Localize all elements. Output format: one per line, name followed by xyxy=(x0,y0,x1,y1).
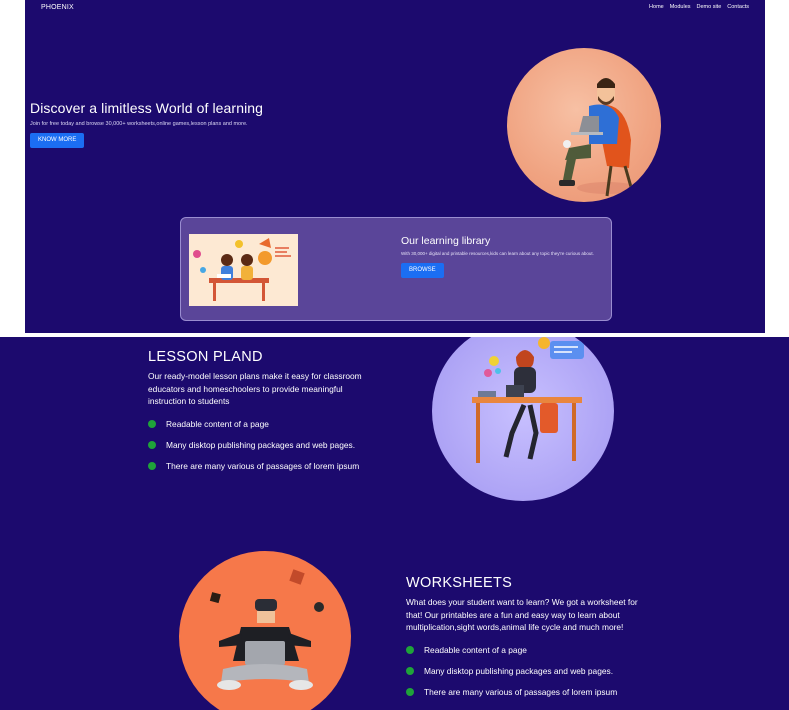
hero-subtitle: Join for free today and browse 30,000+ w… xyxy=(30,121,248,127)
list-item: There are many various of passages of lo… xyxy=(148,456,378,477)
hero-title: Discover a limitless World of learning xyxy=(30,100,264,116)
browse-button[interactable]: BROWSE xyxy=(401,263,444,278)
nav-links: Home Modules Demo site Contacts xyxy=(649,4,749,10)
bullet-dot-icon xyxy=(406,667,414,675)
bullet-label: Many disktop publishing packages and web… xyxy=(166,440,356,450)
bottom-section: LESSON PLAND Our ready-model lesson plan… xyxy=(0,337,789,710)
lesson-title: LESSON PLAND xyxy=(148,349,263,365)
bullet-label: Readable content of a page xyxy=(424,645,527,655)
list-item: Many disktop publishing packages and web… xyxy=(406,661,646,682)
lesson-illustration xyxy=(432,337,614,501)
hero-text: Discover a limitless World of learning J… xyxy=(30,100,350,148)
worksheets-text: WORKSHEETS What does your student want t… xyxy=(406,575,646,703)
library-description: With 30,000+ digital and printable resou… xyxy=(401,251,594,256)
nav-link-demo-site[interactable]: Demo site xyxy=(697,4,722,10)
library-card: Our learning library With 30,000+ digita… xyxy=(180,217,612,321)
list-item: Readable content of a page xyxy=(148,414,378,435)
library-title: Our learning library xyxy=(401,235,491,247)
hero-illustration xyxy=(507,48,661,202)
top-section: PHOENIX Home Modules Demo site Contacts … xyxy=(25,0,765,333)
lesson-description: Our ready-model lesson plans make it eas… xyxy=(148,371,362,406)
bullet-label: There are many various of passages of lo… xyxy=(166,461,360,471)
bullet-dot-icon xyxy=(148,420,156,428)
bullet-dot-icon xyxy=(148,462,156,470)
worksheets-bullets: Readable content of a page Many disktop … xyxy=(406,640,646,703)
library-text: Our learning library With 30,000+ digita… xyxy=(401,235,601,278)
bullet-label: There are many various of passages of lo… xyxy=(424,687,618,697)
library-illustration xyxy=(189,234,298,306)
worksheets-illustration xyxy=(179,551,351,710)
woman-desk-laptop-icon xyxy=(472,337,584,463)
nav-link-contacts[interactable]: Contacts xyxy=(727,4,749,10)
bullet-dot-icon xyxy=(406,688,414,696)
navbar: PHOENIX Home Modules Demo site Contacts xyxy=(25,0,765,14)
list-item: Many disktop publishing packages and web… xyxy=(148,435,378,456)
know-more-button[interactable]: KNOW MORE xyxy=(30,133,85,148)
lesson-bullets: Readable content of a page Many disktop … xyxy=(148,414,378,477)
bullet-label: Many disktop publishing packages and web… xyxy=(424,666,614,676)
vr-man-laptop-icon xyxy=(209,569,324,690)
list-item: Readable content of a page xyxy=(406,640,646,661)
nav-link-home[interactable]: Home xyxy=(649,4,664,10)
man-laptop-chair-icon xyxy=(559,78,637,197)
bullet-label: Readable content of a page xyxy=(166,419,269,429)
bullet-dot-icon xyxy=(148,441,156,449)
worksheets-description: What does your student want to learn? We… xyxy=(406,597,638,632)
kids-studying-icon xyxy=(193,238,291,301)
worksheets-title: WORKSHEETS xyxy=(406,575,513,591)
lesson-text: LESSON PLAND Our ready-model lesson plan… xyxy=(148,349,378,477)
bullet-dot-icon xyxy=(406,646,414,654)
brand-logo[interactable]: PHOENIX xyxy=(41,4,74,11)
list-item: There are many various of passages of lo… xyxy=(406,682,646,703)
nav-link-modules[interactable]: Modules xyxy=(670,4,691,10)
